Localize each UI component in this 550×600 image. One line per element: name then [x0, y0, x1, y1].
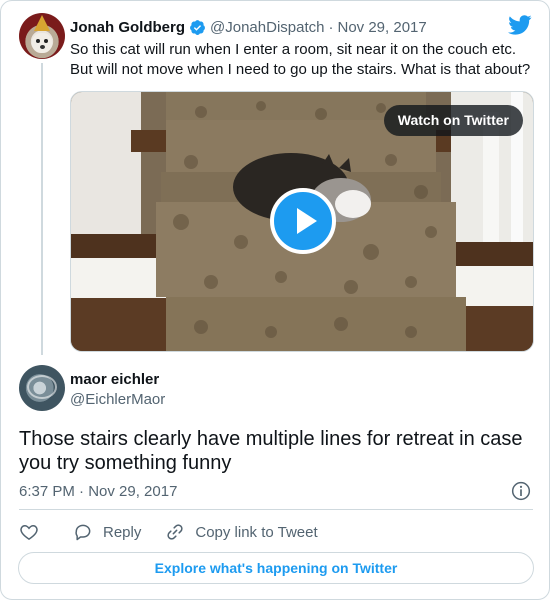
play-triangle [297, 208, 317, 234]
twitter-bird-icon[interactable] [508, 15, 532, 35]
separator-dot: · [328, 18, 334, 36]
tweet-actions: Reply Copy link to Tweet [19, 520, 318, 544]
reply-author-avatar[interactable] [19, 365, 65, 411]
avatar-graphic [27, 375, 57, 399]
parent-tweet-header: Jonah Goldberg @JonahDispatch · Nov 29, … [70, 17, 427, 37]
author-name[interactable]: Jonah Goldberg [70, 19, 185, 36]
party-hat-graphic [34, 15, 50, 31]
copy-link-button[interactable]: Copy link to Tweet [165, 522, 318, 542]
reply-bubble-icon [75, 524, 91, 541]
explore-twitter-button[interactable]: Explore what's happening on Twitter [18, 552, 534, 584]
parent-tweet-text: So this cat will run when I enter a room… [70, 41, 531, 78]
author-avatar[interactable] [19, 13, 65, 59]
reply-label: Reply [103, 523, 142, 541]
author-handle[interactable]: @JonahDispatch [210, 19, 324, 36]
embedded-tweet-card: Jonah Goldberg @JonahDispatch · Nov 29, … [0, 0, 550, 600]
divider [19, 509, 533, 510]
link-icon [167, 524, 183, 540]
eye-graphic [44, 39, 48, 43]
heart-icon [20, 524, 38, 540]
thread-connector-line [41, 63, 43, 355]
reply-tweet-text: Those stairs clearly have multiple lines… [19, 428, 523, 474]
info-icon[interactable] [511, 481, 531, 501]
play-icon[interactable] [270, 188, 336, 254]
reply-button[interactable]: Reply [73, 522, 141, 542]
like-button[interactable] [19, 522, 39, 542]
eye-graphic [36, 39, 40, 43]
video-thumbnail[interactable]: Watch on Twitter [70, 91, 534, 352]
reply-author-name[interactable]: maor eichler [70, 371, 159, 388]
dog-face-graphic [32, 33, 52, 53]
copy-link-label: Copy link to Tweet [195, 523, 318, 541]
reply-author-handle[interactable]: @EichlerMaor [70, 391, 165, 408]
nose-graphic [40, 45, 45, 49]
verified-badge-icon [190, 19, 205, 35]
tweet-timestamp[interactable]: 6:37 PM · Nov 29, 2017 [19, 483, 177, 500]
watch-on-twitter-button[interactable]: Watch on Twitter [383, 105, 523, 136]
tweet-date[interactable]: Nov 29, 2017 [337, 19, 426, 36]
